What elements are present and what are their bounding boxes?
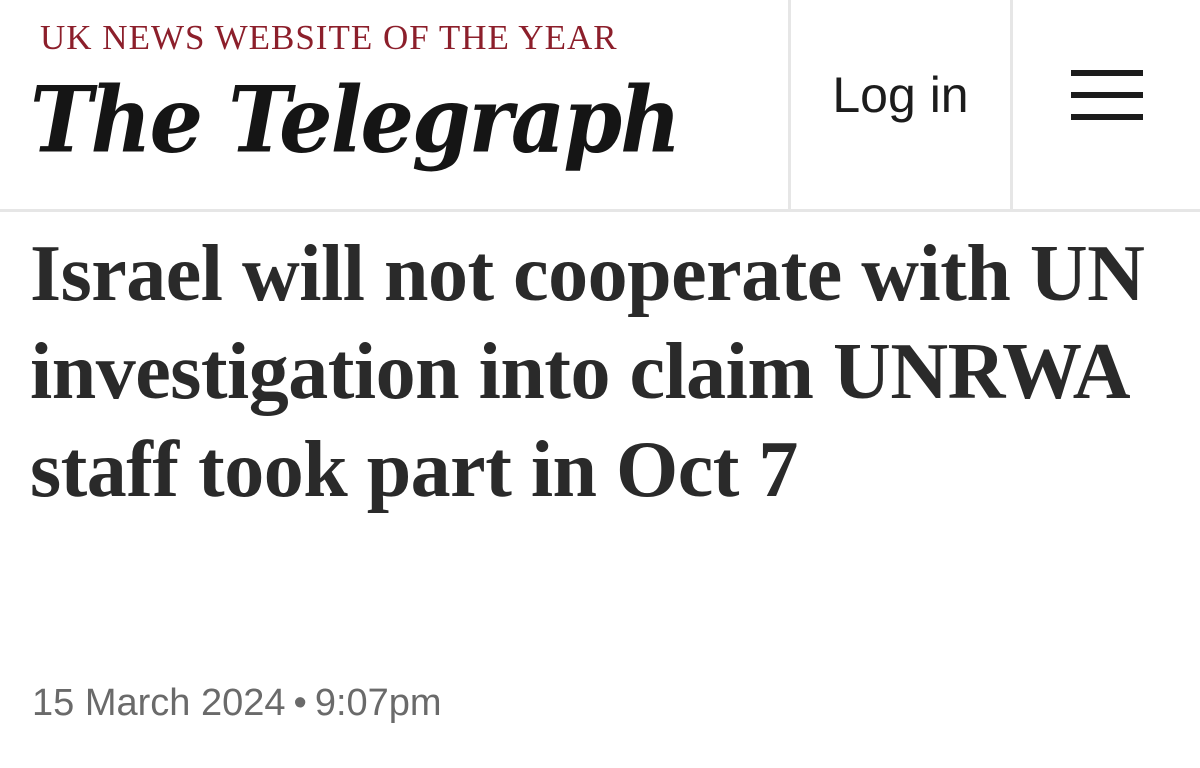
login-button[interactable]: Log in: [791, 0, 1010, 209]
dateline-separator: •: [293, 682, 307, 724]
publish-time: 9:07pm: [314, 682, 442, 724]
article-headline: Israel will not cooperate with UN invest…: [30, 230, 1145, 514]
site-tagline: UK NEWS WEBSITE OF THE YEAR: [40, 18, 618, 57]
telegraph-logo: The Telegraph: [30, 66, 681, 173]
site-header: UK NEWS WEBSITE OF THE YEAR The Telegrap…: [0, 0, 1200, 212]
telegraph-logo-link[interactable]: UK NEWS WEBSITE OF THE YEAR The Telegrap…: [0, 0, 788, 209]
page: UK NEWS WEBSITE OF THE YEAR The Telegrap…: [0, 0, 1200, 768]
article-dateline: 15 March 2024 • 9:07pm: [32, 682, 442, 725]
hamburger-menu-icon: [1070, 69, 1143, 120]
menu-button[interactable]: [1013, 0, 1200, 209]
publish-date: 15 March 2024: [32, 682, 286, 724]
